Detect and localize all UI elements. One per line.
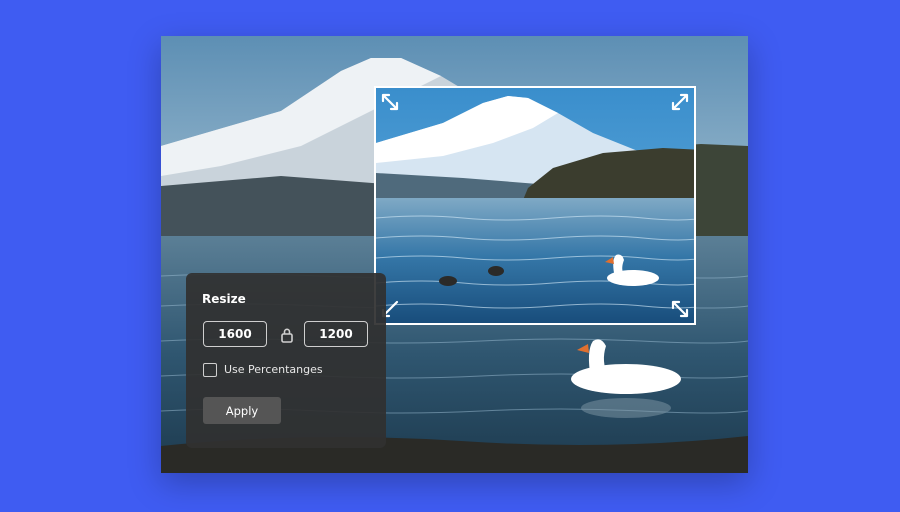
photo-crop-preview <box>376 88 694 323</box>
resize-handle-bottom-right[interactable] <box>670 299 690 319</box>
resize-handle-top-right[interactable] <box>670 92 690 112</box>
height-input[interactable]: 1200 <box>304 321 368 347</box>
use-percentages-checkbox[interactable] <box>203 363 217 377</box>
resize-panel: Resize 1600 1200 Use Percentanges Apply <box>186 273 386 448</box>
use-percentages-label[interactable]: Use Percentanges <box>224 363 323 376</box>
lock-icon[interactable] <box>280 327 294 343</box>
panel-title: Resize <box>202 292 246 306</box>
expand-arrow-icon <box>671 93 689 111</box>
width-input[interactable]: 1600 <box>203 321 267 347</box>
resize-handle-top-left[interactable] <box>380 92 400 112</box>
crop-selection-box[interactable] <box>374 86 696 325</box>
expand-arrow-icon <box>381 93 399 111</box>
apply-button[interactable]: Apply <box>203 397 281 424</box>
expand-arrow-icon <box>671 300 689 318</box>
